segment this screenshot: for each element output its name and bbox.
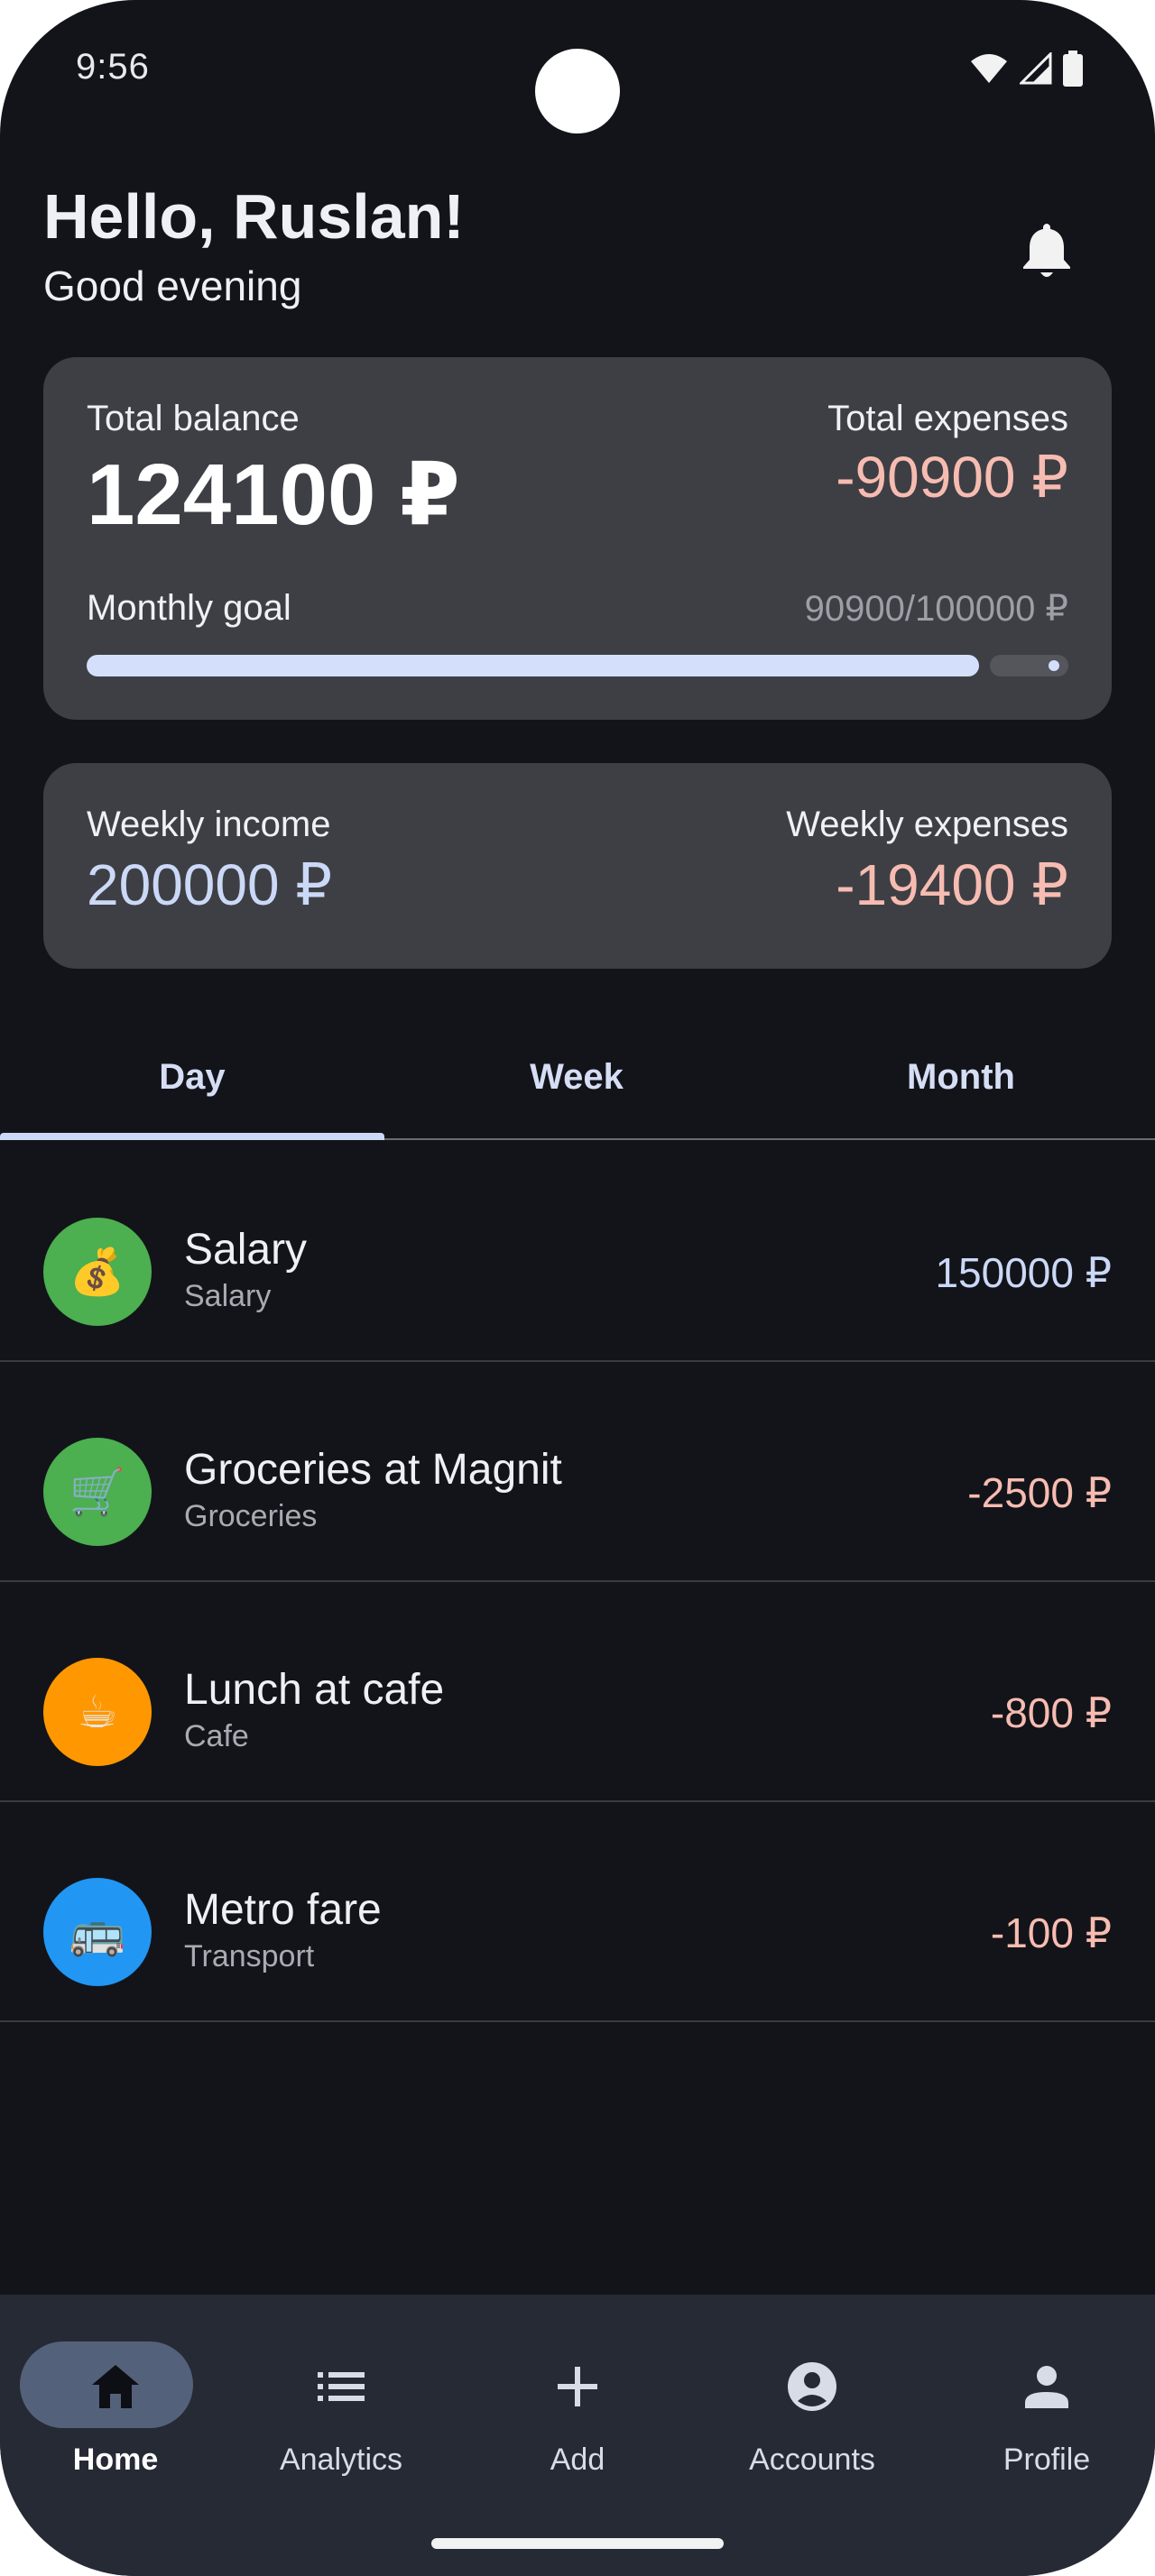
wifi-icon xyxy=(971,54,1007,83)
transaction-amount: -800 ₽ xyxy=(990,1689,1112,1736)
tab-month[interactable]: Month xyxy=(769,1019,1153,1135)
camera-cutout xyxy=(535,49,620,133)
nav-label: Add xyxy=(550,2443,605,2477)
nav-analytics[interactable]: Analytics xyxy=(226,2327,457,2489)
nav-accounts[interactable]: Accounts xyxy=(697,2327,928,2489)
home-icon xyxy=(92,2365,139,2408)
transaction-title: Salary xyxy=(184,1226,308,1274)
bus-icon: 🚌 xyxy=(43,1878,152,1986)
coffee-icon: ☕ xyxy=(43,1658,152,1766)
person-icon xyxy=(1025,2366,1068,2408)
account-circle-icon xyxy=(788,2362,836,2411)
total-balance-value: 124100 ₽ xyxy=(87,446,460,543)
status-icons xyxy=(969,51,1083,87)
transaction-title: Groceries at Magnit xyxy=(184,1446,562,1494)
transaction-category: Transport xyxy=(184,1939,315,1973)
list-icon xyxy=(318,2372,365,2401)
monthly-goal-progress-text: 90900/100000 ₽ xyxy=(804,589,1068,629)
nav-label: Accounts xyxy=(749,2443,875,2477)
total-balance-label: Total balance xyxy=(87,399,300,438)
total-expenses-label: Total expenses xyxy=(827,399,1068,438)
signal-icon xyxy=(1020,52,1052,85)
transaction-amount: -100 ₽ xyxy=(990,1909,1112,1956)
money-bag-icon: 💰 xyxy=(43,1218,152,1326)
tab-day[interactable]: Day xyxy=(0,1019,384,1135)
nav-label: Analytics xyxy=(279,2443,403,2477)
phone-screen: 9:56 Hello, Ruslan! Good evening Total b… xyxy=(0,0,1155,2576)
monthly-goal-progress-bar xyxy=(87,655,1068,676)
nav-profile[interactable]: Profile xyxy=(931,2327,1155,2489)
progress-fill xyxy=(87,655,979,676)
tab-selected-indicator xyxy=(0,1133,384,1140)
transaction-category: Groceries xyxy=(184,1499,318,1533)
weekly-expenses-label: Weekly expenses xyxy=(786,805,1068,844)
transaction-title: Lunch at cafe xyxy=(184,1666,445,1714)
bell-icon[interactable] xyxy=(1020,220,1074,280)
transaction-title: Metro fare xyxy=(184,1886,382,1934)
transaction-list: 💰 Salary Salary 150000 ₽ 🛒 Groceries at … xyxy=(0,1142,1155,2022)
transaction-amount: -2500 ₽ xyxy=(967,1469,1112,1516)
greeting-title: Hello, Ruslan! xyxy=(43,181,465,252)
greeting-subtitle: Good evening xyxy=(43,262,302,309)
nav-label: Home xyxy=(72,2443,159,2477)
weekly-expenses-value: -19400 ₽ xyxy=(836,852,1068,917)
transaction-amount: 150000 ₽ xyxy=(935,1249,1112,1296)
weekly-income-label: Weekly income xyxy=(87,805,331,844)
balance-card: Total balance 124100 ₽ Total expenses -9… xyxy=(43,357,1112,720)
tab-week[interactable]: Week xyxy=(384,1019,769,1135)
nav-home[interactable]: Home xyxy=(0,2327,231,2489)
nav-add[interactable]: Add xyxy=(462,2327,693,2489)
battery-icon xyxy=(1063,51,1083,87)
list-item[interactable]: ☕ Lunch at cafe Cafe -800 ₽ xyxy=(0,1582,1155,1802)
list-item[interactable]: 💰 Salary Salary 150000 ₽ xyxy=(0,1142,1155,1362)
plus-icon xyxy=(558,2367,597,2406)
transaction-category: Salary xyxy=(184,1279,272,1313)
total-expenses-value: -90900 ₽ xyxy=(836,445,1068,510)
monthly-goal-label: Monthly goal xyxy=(87,588,291,628)
period-tabs: Day Week Month xyxy=(0,1019,1155,1140)
weekly-card: Weekly income 200000 ₽ Weekly expenses -… xyxy=(43,763,1112,969)
status-time: 9:56 xyxy=(76,47,150,87)
nav-label: Profile xyxy=(1003,2443,1091,2477)
home-indicator[interactable] xyxy=(431,2538,724,2549)
shopping-cart-icon: 🛒 xyxy=(43,1438,152,1546)
bottom-navigation: Home Analytics Add Accounts Profile xyxy=(0,2295,1155,2576)
progress-end-dot xyxy=(1049,660,1059,671)
weekly-income-value: 200000 ₽ xyxy=(87,852,333,917)
list-item[interactable]: 🛒 Groceries at Magnit Groceries -2500 ₽ xyxy=(0,1362,1155,1582)
list-item[interactable]: 🚌 Metro fare Transport -100 ₽ xyxy=(0,1802,1155,2022)
transaction-category: Cafe xyxy=(184,1719,249,1753)
